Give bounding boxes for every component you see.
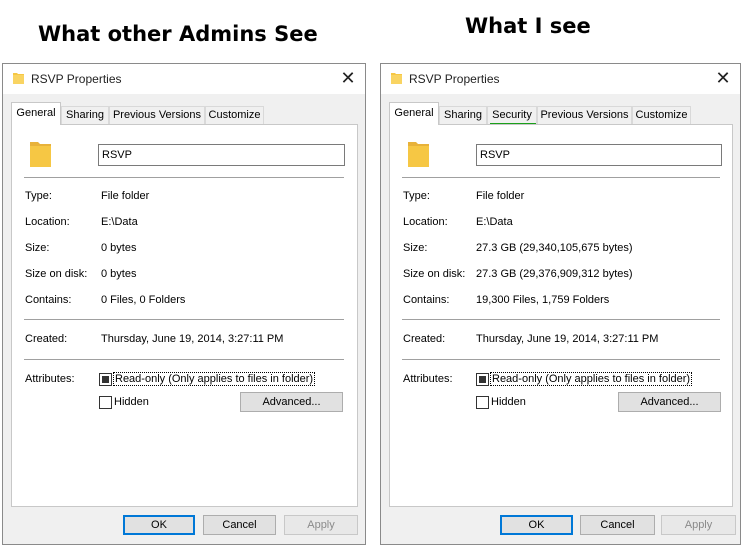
separator — [402, 319, 720, 320]
close-button[interactable]: ✕ — [335, 66, 361, 90]
location-label: Location: — [25, 216, 70, 228]
title-bar: RSVP Properties ✕ — [381, 64, 740, 94]
ok-button[interactable]: OK — [123, 515, 195, 535]
contains-label: Contains: — [25, 294, 72, 306]
created-label: Created: — [25, 333, 68, 345]
type-label: Type: — [403, 190, 430, 202]
folder-icon-large — [30, 142, 51, 167]
tab-sharing[interactable]: Sharing — [439, 106, 487, 124]
folder-icon — [391, 73, 402, 84]
separator — [24, 177, 344, 178]
size-on-disk-value: 27.3 GB (29,376,909,312 bytes) — [476, 268, 633, 280]
location-value: E:\Data — [476, 216, 513, 228]
window-title: RSVP Properties — [409, 72, 500, 86]
readonly-checkbox[interactable] — [99, 373, 112, 386]
tab-security[interactable]: Security — [487, 106, 537, 124]
apply-button[interactable]: Apply — [661, 515, 736, 535]
size-value: 27.3 GB (29,340,105,675 bytes) — [476, 242, 633, 254]
general-panel: RSVP Type: File folder Location: E:\Data… — [389, 124, 733, 507]
separator — [402, 359, 720, 360]
size-label: Size: — [403, 242, 428, 254]
readonly-label[interactable]: Read-only (Only applies to files in fold… — [112, 372, 316, 386]
contains-value: 0 Files, 0 Folders — [101, 294, 186, 306]
size-on-disk-label: Size on disk: — [403, 268, 466, 280]
separator — [24, 319, 344, 320]
close-button[interactable]: ✕ — [710, 66, 736, 90]
hidden-label[interactable]: Hidden — [491, 396, 526, 408]
general-panel: RSVP Type: File folder Location: E:\Data… — [11, 124, 358, 507]
readonly-label[interactable]: Read-only (Only applies to files in fold… — [489, 372, 693, 386]
ok-button[interactable]: OK — [500, 515, 573, 535]
apply-button[interactable]: Apply — [284, 515, 358, 535]
hidden-checkbox[interactable] — [99, 396, 112, 409]
tab-general[interactable]: General — [389, 102, 439, 125]
tab-previous-versions[interactable]: Previous Versions — [109, 106, 205, 124]
size-on-disk-label: Size on disk: — [25, 268, 88, 280]
attributes-label: Attributes: — [25, 373, 75, 385]
cancel-button[interactable]: Cancel — [580, 515, 655, 535]
size-on-disk-value: 0 bytes — [101, 268, 137, 280]
title-bar: RSVP Properties ✕ — [3, 64, 365, 94]
contains-label: Contains: — [403, 294, 450, 306]
window-title: RSVP Properties — [31, 72, 122, 86]
advanced-button[interactable]: Advanced... — [240, 392, 343, 412]
right-heading: What I see — [465, 14, 591, 38]
cancel-button[interactable]: Cancel — [203, 515, 276, 535]
size-label: Size: — [25, 242, 50, 254]
left-heading: What other Admins See — [38, 22, 318, 46]
tab-customize[interactable]: Customize — [205, 106, 264, 124]
tab-customize[interactable]: Customize — [632, 106, 691, 124]
created-label: Created: — [403, 333, 446, 345]
location-value: E:\Data — [101, 216, 138, 228]
folder-name-field[interactable]: RSVP — [98, 144, 345, 166]
left-properties-dialog: RSVP Properties ✕ General Sharing Previo… — [2, 63, 366, 545]
tab-sharing[interactable]: Sharing — [61, 106, 109, 124]
separator — [24, 359, 344, 360]
folder-name-field[interactable]: RSVP — [476, 144, 722, 166]
readonly-checkbox[interactable] — [476, 373, 489, 386]
folder-icon — [13, 73, 24, 84]
created-value: Thursday, June 19, 2014, 3:27:11 PM — [476, 333, 659, 345]
advanced-button[interactable]: Advanced... — [618, 392, 721, 412]
size-value: 0 bytes — [101, 242, 137, 254]
type-value: File folder — [101, 190, 150, 202]
folder-icon-large — [408, 142, 429, 167]
type-value: File folder — [476, 190, 525, 202]
hidden-label[interactable]: Hidden — [114, 396, 149, 408]
tab-general[interactable]: General — [11, 102, 61, 125]
separator — [402, 177, 720, 178]
hidden-checkbox[interactable] — [476, 396, 489, 409]
type-label: Type: — [25, 190, 52, 202]
created-value: Thursday, June 19, 2014, 3:27:11 PM — [101, 333, 284, 345]
attributes-label: Attributes: — [403, 373, 453, 385]
right-properties-dialog: RSVP Properties ✕ General Sharing Securi… — [380, 63, 741, 545]
location-label: Location: — [403, 216, 448, 228]
tab-previous-versions[interactable]: Previous Versions — [537, 106, 632, 124]
contains-value: 19,300 Files, 1,759 Folders — [476, 294, 610, 306]
